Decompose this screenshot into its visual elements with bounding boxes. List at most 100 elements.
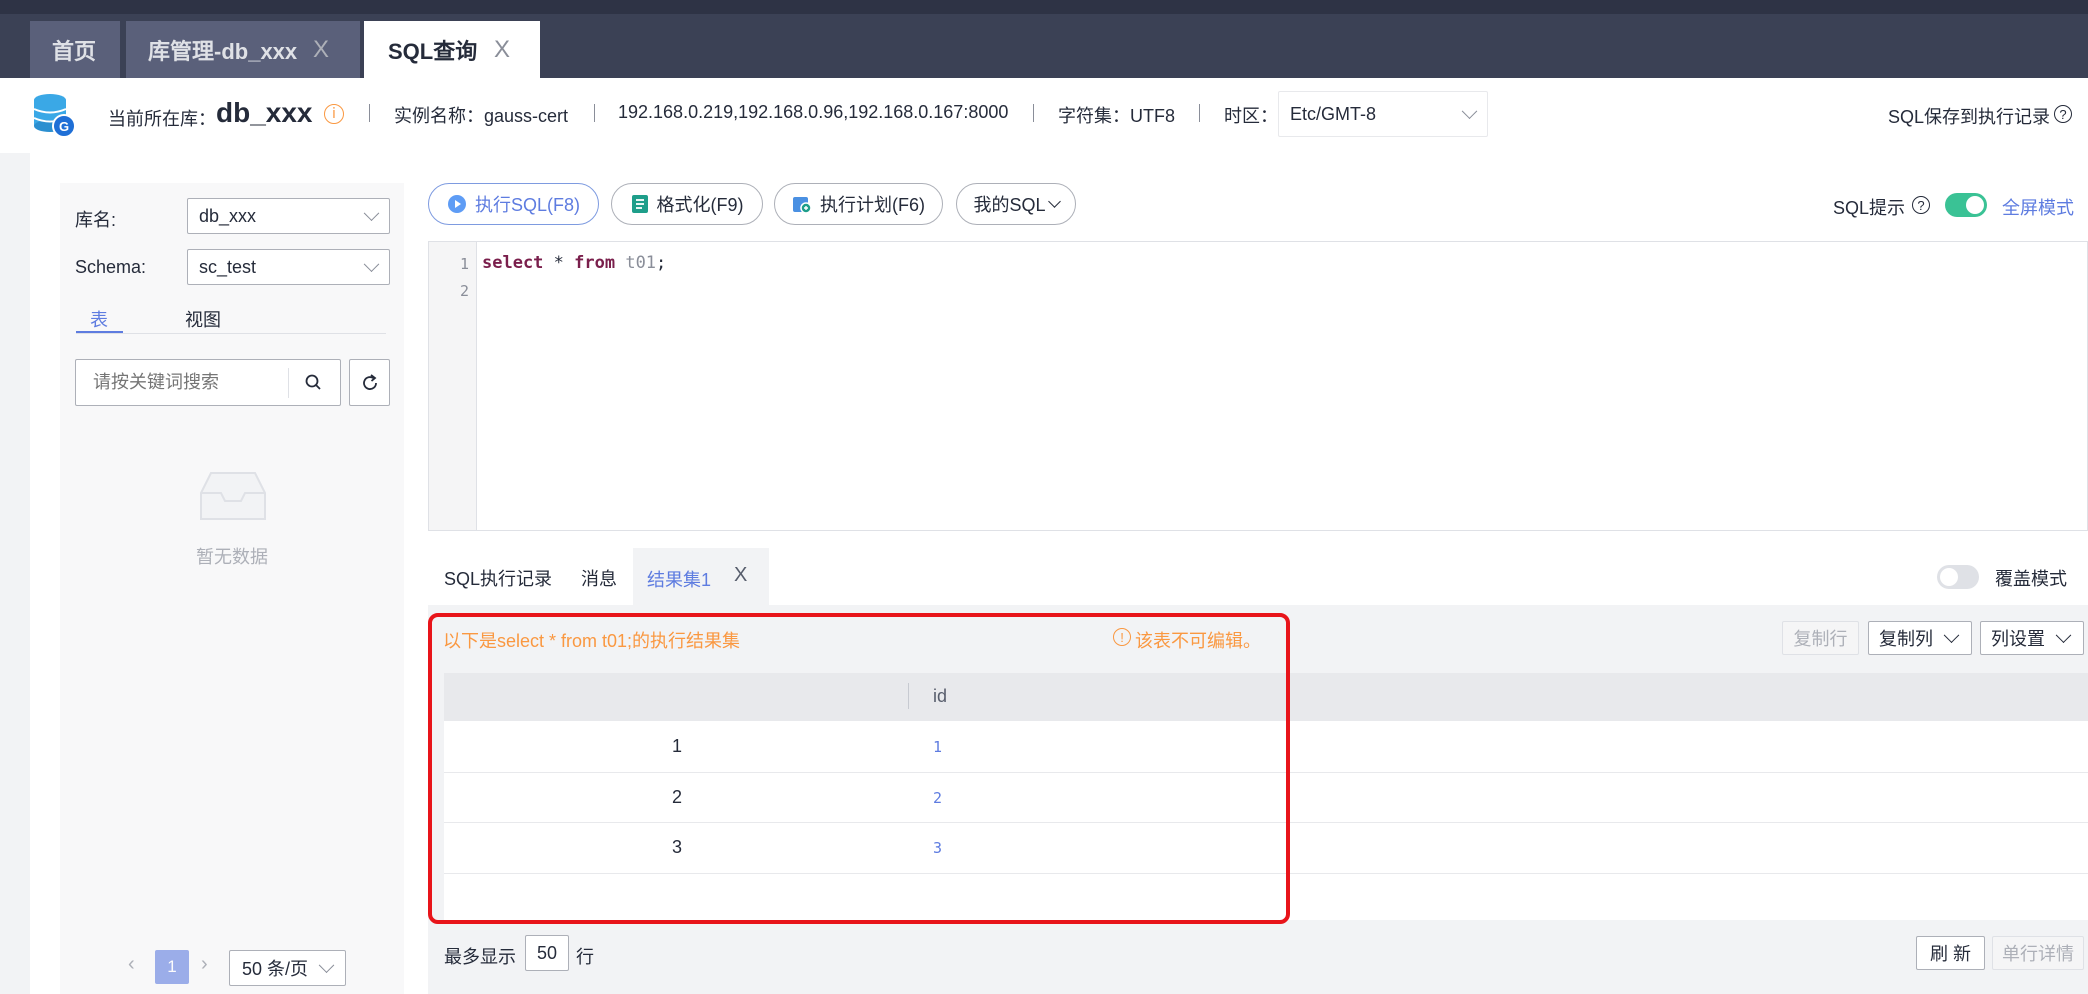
divider bbox=[1199, 104, 1200, 122]
overwrite-mode-label: 覆盖模式 bbox=[1995, 569, 2067, 589]
refresh-label: 刷 新 bbox=[1929, 944, 1971, 964]
refresh-icon bbox=[363, 374, 377, 390]
timezone-label: 时区： bbox=[1224, 106, 1278, 126]
page-size-value: 50 条/页 bbox=[242, 959, 309, 979]
timezone-select[interactable]: Etc/GMT-8 bbox=[1278, 91, 1488, 137]
sql-hint-toggle[interactable] bbox=[1945, 193, 1987, 217]
copy-row-button[interactable]: 复制行 bbox=[1782, 621, 1859, 655]
divider bbox=[288, 368, 289, 398]
chevron-down-icon bbox=[1047, 194, 1061, 208]
empty-text: 暂无数据 bbox=[196, 547, 268, 567]
tab-views[interactable]: 视图 bbox=[185, 306, 221, 332]
schema-select-value: sc_test bbox=[199, 256, 257, 277]
copy-row-label: 复制行 bbox=[1793, 629, 1848, 649]
copy-column-label: 复制列 bbox=[1879, 629, 1933, 649]
page-number-current[interactable]: 1 bbox=[155, 950, 189, 984]
sql-hint-label: SQL提示 bbox=[1833, 198, 1906, 218]
tab-home[interactable]: 首页 bbox=[30, 21, 120, 78]
prev-page-icon[interactable]: ‹ bbox=[128, 953, 135, 976]
help-icon[interactable]: ? bbox=[2054, 105, 2072, 123]
search-icon[interactable] bbox=[304, 373, 324, 393]
refresh-button[interactable]: 刷 新 bbox=[1916, 936, 1985, 970]
row-detail-label: 单行详情 bbox=[2002, 944, 2074, 964]
timezone-value: Etc/GMT-8 bbox=[1290, 103, 1377, 124]
instance-name: 实例名称：gauss-cert bbox=[394, 106, 569, 126]
format-sql-button[interactable]: 格式化(F9) bbox=[611, 183, 763, 225]
line-number: 2 bbox=[459, 282, 469, 300]
column-settings-label: 列设置 bbox=[1991, 629, 2045, 649]
tab-sql-history[interactable]: SQL执行记录 bbox=[444, 565, 552, 591]
help-icon[interactable]: ? bbox=[1912, 196, 1930, 214]
db-select-value: db_xxx bbox=[199, 205, 257, 226]
empty-inbox-icon bbox=[200, 472, 266, 520]
chevron-down-icon bbox=[2055, 627, 2072, 644]
max-rows-label: 最多显示 bbox=[444, 947, 516, 967]
next-page-icon[interactable]: › bbox=[201, 953, 208, 976]
line-number-gutter: 1 2 bbox=[429, 242, 477, 530]
explain-plan-label: 执行计划(F6) bbox=[820, 195, 925, 215]
db-info-bar bbox=[0, 78, 2088, 153]
highlight-box bbox=[428, 613, 1290, 924]
chevron-down-icon bbox=[1461, 103, 1478, 120]
run-sql-button[interactable]: 执行SQL(F8) bbox=[428, 183, 599, 225]
sql-table-name: t01 bbox=[615, 253, 657, 273]
schema-label: Schema: bbox=[75, 257, 147, 277]
schema-select[interactable]: sc_test bbox=[187, 249, 390, 285]
title-strip bbox=[0, 0, 2088, 14]
instance-hosts: 192.168.0.219,192.168.0.96,192.168.0.167… bbox=[618, 102, 1009, 122]
divider bbox=[369, 104, 370, 122]
run-sql-label: 执行SQL(F8) bbox=[474, 195, 580, 215]
svg-text:G: G bbox=[59, 119, 69, 134]
close-icon[interactable]: X bbox=[494, 36, 510, 64]
tab-sql-query-label: SQL查询 bbox=[388, 38, 478, 64]
tab-db-management-label: 库管理-db_xxx bbox=[148, 38, 298, 64]
fullscreen-link[interactable]: 全屏模式 bbox=[2002, 194, 2074, 220]
database-icon: G bbox=[33, 94, 76, 138]
tab-resultset[interactable]: 结果集1 X bbox=[633, 548, 769, 605]
chevron-down-icon bbox=[363, 205, 380, 222]
charset: 字符集：UTF8 bbox=[1058, 106, 1175, 126]
table-search-input[interactable] bbox=[76, 360, 288, 405]
sql-code-line: select * from t01; bbox=[482, 253, 666, 273]
toggle-knob bbox=[1940, 568, 1958, 586]
format-sql-label: 格式化(F9) bbox=[656, 195, 744, 215]
chevron-down-icon bbox=[318, 957, 335, 974]
tab-tables[interactable]: 表 bbox=[90, 306, 108, 332]
line-number: 1 bbox=[459, 255, 469, 273]
current-db-label: 当前所在库： bbox=[108, 109, 216, 129]
close-icon[interactable]: X bbox=[313, 36, 329, 64]
db-select[interactable]: db_xxx bbox=[187, 198, 390, 234]
page-size-select[interactable]: 50 条/页 bbox=[229, 950, 346, 986]
divider bbox=[76, 333, 386, 334]
current-db-name: db_xxx bbox=[216, 97, 313, 128]
close-icon[interactable]: X bbox=[734, 564, 747, 587]
chevron-down-icon bbox=[363, 256, 380, 273]
sql-star: * bbox=[543, 253, 575, 273]
max-rows-input[interactable] bbox=[525, 935, 569, 971]
sql-semicolon: ; bbox=[656, 253, 667, 273]
info-icon[interactable]: i bbox=[324, 104, 344, 124]
column-settings-dropdown[interactable]: 列设置 bbox=[1980, 621, 2084, 655]
refresh-tables-button[interactable] bbox=[349, 359, 390, 406]
sql-save-record-label: SQL保存到执行记录 bbox=[1888, 107, 2051, 127]
my-sql-dropdown[interactable]: 我的SQL bbox=[956, 183, 1076, 225]
divider bbox=[594, 104, 595, 122]
play-icon bbox=[447, 195, 466, 213]
table-search-box bbox=[75, 359, 341, 406]
overwrite-mode-toggle[interactable] bbox=[1937, 565, 1979, 589]
sql-editor[interactable]: 1 2 select * from t01; bbox=[428, 241, 2088, 531]
tab-resultset-label: 结果集1 bbox=[647, 570, 712, 590]
tab-db-management[interactable]: 库管理-db_xxx X bbox=[126, 21, 360, 78]
object-sidebar bbox=[60, 183, 404, 994]
format-icon bbox=[631, 195, 648, 213]
copy-column-dropdown[interactable]: 复制列 bbox=[1868, 621, 1972, 655]
explain-plan-button[interactable]: 执行计划(F6) bbox=[774, 183, 943, 225]
row-detail-button[interactable]: 单行详情 bbox=[1992, 936, 2084, 970]
rows-unit: 行 bbox=[576, 947, 594, 967]
tab-home-label: 首页 bbox=[52, 38, 97, 64]
tab-messages[interactable]: 消息 bbox=[581, 565, 617, 591]
sql-keyword: select bbox=[482, 253, 544, 273]
tab-sql-query[interactable]: SQL查询 X bbox=[364, 21, 540, 78]
divider bbox=[1033, 104, 1034, 122]
chevron-down-icon bbox=[1943, 627, 1960, 644]
